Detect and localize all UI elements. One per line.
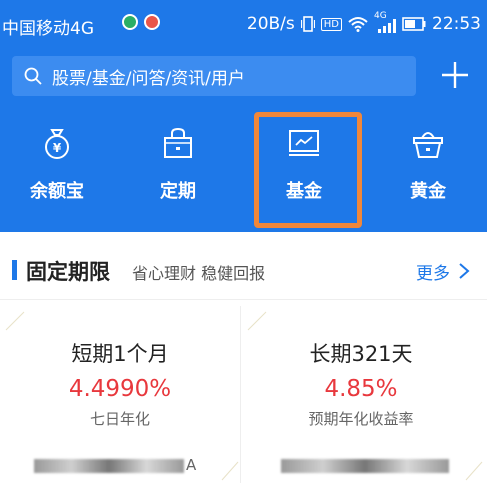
section-subtitle: 省心理财 稳健回报 — [132, 264, 266, 283]
blurred-text — [34, 458, 184, 473]
signal-icon: 4G — [374, 11, 396, 33]
lock-box-icon — [164, 127, 192, 158]
product-name-tail: A — [186, 456, 197, 474]
money-bag-icon: ¥ — [45, 129, 69, 159]
product-rate-label: 预期年化收益率 — [308, 410, 414, 428]
map-notification-icon — [144, 14, 160, 30]
product-rate-label: 七日年化 — [89, 410, 150, 428]
search-input[interactable]: 股票/基金/问答/资讯/用户 — [12, 56, 416, 96]
section-title: 固定期限 — [26, 260, 110, 284]
notification-icons — [122, 14, 160, 30]
search-placeholder: 股票/基金/问答/资讯/用户 — [52, 68, 245, 89]
vibrate-icon — [300, 16, 315, 32]
menu-label-dingqi: 定期 — [160, 181, 196, 202]
more-link[interactable]: 更多 — [416, 259, 450, 284]
status-bar: 中国移动4G 20B/s HD 4G 22:53 — [0, 0, 487, 48]
clock: 22:53 — [432, 14, 481, 34]
chevron-right-icon[interactable] — [458, 262, 470, 280]
hd-badge-icon: HD — [320, 17, 342, 31]
network-speed: 20B/s — [246, 14, 295, 34]
wifi-icon — [348, 17, 368, 32]
svg-text:¥: ¥ — [53, 141, 62, 155]
search-icon — [24, 67, 42, 85]
product-name-blurred: A — [34, 456, 196, 474]
product-title: 长期321天 — [309, 342, 413, 366]
menu-item-gold[interactable]: 黄金 — [378, 116, 478, 226]
menu-item-yuebao[interactable]: ¥ 余额宝 — [7, 116, 107, 226]
section-accent-bar — [12, 260, 17, 280]
carrier-label: 中国移动4G — [2, 19, 94, 39]
product-card-long-term[interactable]: 长期321天 4.85% 预期年化收益率 — [241, 306, 481, 483]
gold-basket-icon — [413, 132, 443, 158]
menu-label-gold: 黄金 — [410, 181, 446, 202]
blurred-text — [281, 458, 449, 473]
wechat-notification-icon — [122, 14, 138, 30]
product-rate: 4.85% — [324, 376, 398, 402]
product-rate: 4.4990% — [68, 376, 172, 402]
product-card-short-term[interactable]: 短期1个月 4.4990% 七日年化 A — [0, 306, 240, 483]
fund-highlight-frame — [254, 112, 362, 228]
menu-label-yuebao: 余额宝 — [30, 181, 84, 202]
product-name-blurred — [281, 456, 449, 474]
menu-item-dingqi[interactable]: 定期 — [128, 116, 228, 226]
add-icon[interactable] — [440, 60, 470, 90]
status-right: 20B/s HD 4G 22:53 — [246, 11, 481, 34]
product-title: 短期1个月 — [71, 342, 169, 366]
battery-icon — [402, 17, 426, 31]
